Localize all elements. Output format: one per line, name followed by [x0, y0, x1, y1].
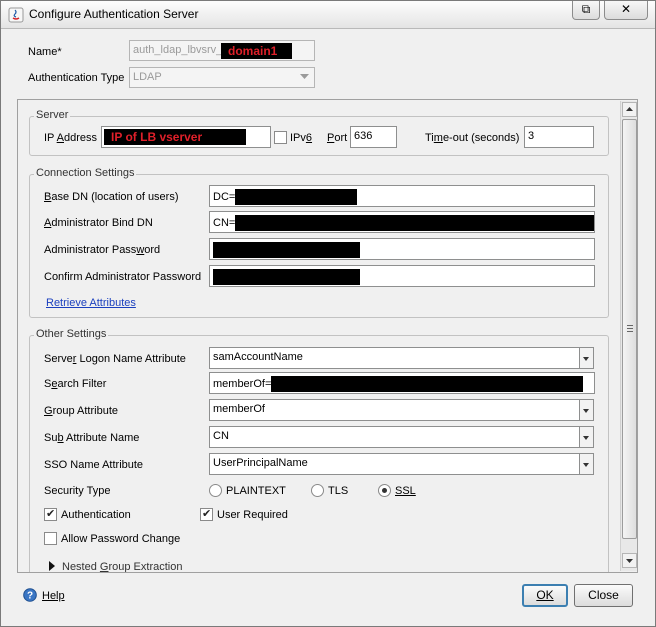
ok-label: OK	[536, 588, 554, 602]
logon-name-attr-value: samAccountName	[213, 351, 303, 363]
connection-settings-title: Connection Settings	[34, 167, 137, 179]
scroll-up-icon	[626, 107, 633, 111]
sub-attr-dropdown-icon[interactable]	[580, 426, 594, 448]
close-label: Close	[588, 588, 619, 602]
confirm-password-redacted	[213, 269, 360, 285]
search-filter-label: Search Filter	[44, 378, 107, 390]
auth-type-value: LDAP	[133, 71, 162, 83]
scrollbar-grip-icon	[627, 325, 633, 332]
base-dn-label: Base DN (location of users)	[44, 191, 179, 203]
close-window-button[interactable]: ✕	[604, 1, 648, 20]
authentication-label: Authentication	[61, 509, 131, 521]
bind-dn-prefix: CN=	[213, 216, 236, 229]
auth-type-select[interactable]: LDAP	[129, 67, 315, 88]
timeout-value: 3	[528, 130, 535, 142]
security-type-label: Security Type	[44, 485, 111, 497]
chevron-down-icon	[300, 74, 309, 79]
search-filter-prefix: memberOf=	[213, 377, 272, 390]
base-dn-field[interactable]: DC=	[209, 185, 595, 207]
base-dn-redacted	[235, 189, 358, 205]
ip-address-label: IP Address	[44, 132, 98, 144]
sso-attr-value: UserPrincipalName	[213, 457, 308, 469]
confirm-password-label: Confirm Administrator Password	[44, 271, 202, 283]
other-settings-title: Other Settings	[34, 328, 109, 340]
group-attr-dropdown-icon[interactable]	[580, 399, 594, 421]
configure-auth-server-dialog: Configure Authentication Server ⧉ ✕ Name…	[0, 0, 656, 627]
security-ssl-radio[interactable]	[378, 484, 391, 497]
security-ssl-label: SSL	[395, 485, 416, 497]
user-required-label: User Required	[217, 509, 288, 521]
allow-password-change-label: Allow Password Change	[61, 533, 181, 545]
scrollbar-thumb[interactable]	[622, 119, 637, 539]
ipv6-label: IPv6	[290, 132, 313, 144]
scroll-down-icon	[626, 559, 633, 563]
name-redacted-text: domain1	[221, 43, 292, 59]
security-tls-label: TLS	[328, 485, 349, 497]
security-plaintext-radio[interactable]	[209, 484, 222, 497]
user-required-checkbox[interactable]	[200, 507, 213, 521]
bind-dn-field[interactable]: CN=	[209, 211, 595, 233]
ip-redacted-text: IP of LB vserver	[104, 129, 246, 145]
vertical-scrollbar[interactable]	[620, 101, 637, 571]
port-value: 636	[354, 130, 373, 142]
sso-attr-dropdown-icon[interactable]	[580, 453, 594, 475]
ok-button[interactable]: OK	[522, 584, 568, 607]
admin-password-field[interactable]	[209, 238, 595, 260]
bind-dn-redacted	[235, 215, 594, 231]
admin-password-label: Administrator Password	[44, 244, 161, 256]
sso-attr-label: SSO Name Attribute	[44, 459, 144, 471]
security-tls-radio[interactable]	[311, 484, 324, 497]
timeout-field[interactable]: 3	[524, 126, 594, 148]
java-app-icon	[8, 7, 24, 23]
group-attr-value: memberOf	[213, 403, 265, 415]
group-attr-combo[interactable]: memberOf	[209, 399, 580, 421]
group-attr-label: Group Attribute	[44, 405, 118, 417]
svg-text:?: ?	[27, 591, 33, 602]
retrieve-attributes-link[interactable]: Retrieve Attributes	[46, 297, 136, 309]
security-plaintext-label: PLAINTEXT	[226, 485, 286, 497]
logon-name-attr-dropdown-icon[interactable]	[580, 347, 594, 369]
confirm-password-field[interactable]	[209, 265, 595, 287]
scroll-up-button[interactable]	[622, 102, 637, 117]
search-filter-field[interactable]: memberOf=	[209, 372, 595, 394]
settings-scroll-panel[interactable]: Server IP Address IP of LB vserver IPv6 …	[17, 99, 638, 573]
auth-type-label: Authentication Type	[28, 72, 125, 84]
close-button[interactable]: Close	[574, 584, 633, 607]
sub-attr-label: Sub Attribute Name	[44, 432, 140, 444]
base-dn-prefix: DC=	[213, 190, 236, 203]
expand-triangle-icon[interactable]	[49, 561, 55, 571]
help-icon[interactable]: ?	[23, 588, 37, 602]
port-label: Port	[327, 132, 348, 144]
allow-password-change-checkbox[interactable]	[44, 532, 57, 545]
title-bar[interactable]: Configure Authentication Server ⧉ ✕	[1, 1, 655, 29]
name-field-prefix: auth_ldap_lbvsrv_	[133, 44, 223, 56]
nested-group-extraction-label[interactable]: Nested Group Extraction	[62, 561, 182, 572]
sub-attr-value: CN	[213, 430, 229, 442]
search-filter-redacted	[271, 376, 584, 392]
restore-button[interactable]: ⧉	[572, 1, 600, 20]
admin-password-redacted	[213, 242, 360, 258]
sso-attr-combo[interactable]: UserPrincipalName	[209, 453, 580, 475]
restore-icon: ⧉	[581, 2, 591, 16]
close-icon: ✕	[620, 2, 632, 16]
ipv6-checkbox[interactable]	[274, 131, 287, 144]
port-field[interactable]: 636	[350, 126, 397, 148]
authentication-checkbox[interactable]	[44, 507, 57, 521]
logon-name-attr-label: Server Logon Name Attribute	[44, 353, 186, 365]
timeout-label: Time-out (seconds)	[425, 132, 520, 144]
server-group-title: Server	[34, 109, 71, 121]
help-link[interactable]: Help	[42, 590, 65, 602]
name-label: Name*	[28, 46, 62, 58]
logon-name-attr-combo[interactable]: samAccountName	[209, 347, 580, 369]
window-title: Configure Authentication Server	[29, 7, 199, 21]
scroll-down-button[interactable]	[622, 553, 637, 568]
sub-attr-combo[interactable]: CN	[209, 426, 580, 448]
bind-dn-label: Administrator Bind DN	[44, 217, 153, 229]
